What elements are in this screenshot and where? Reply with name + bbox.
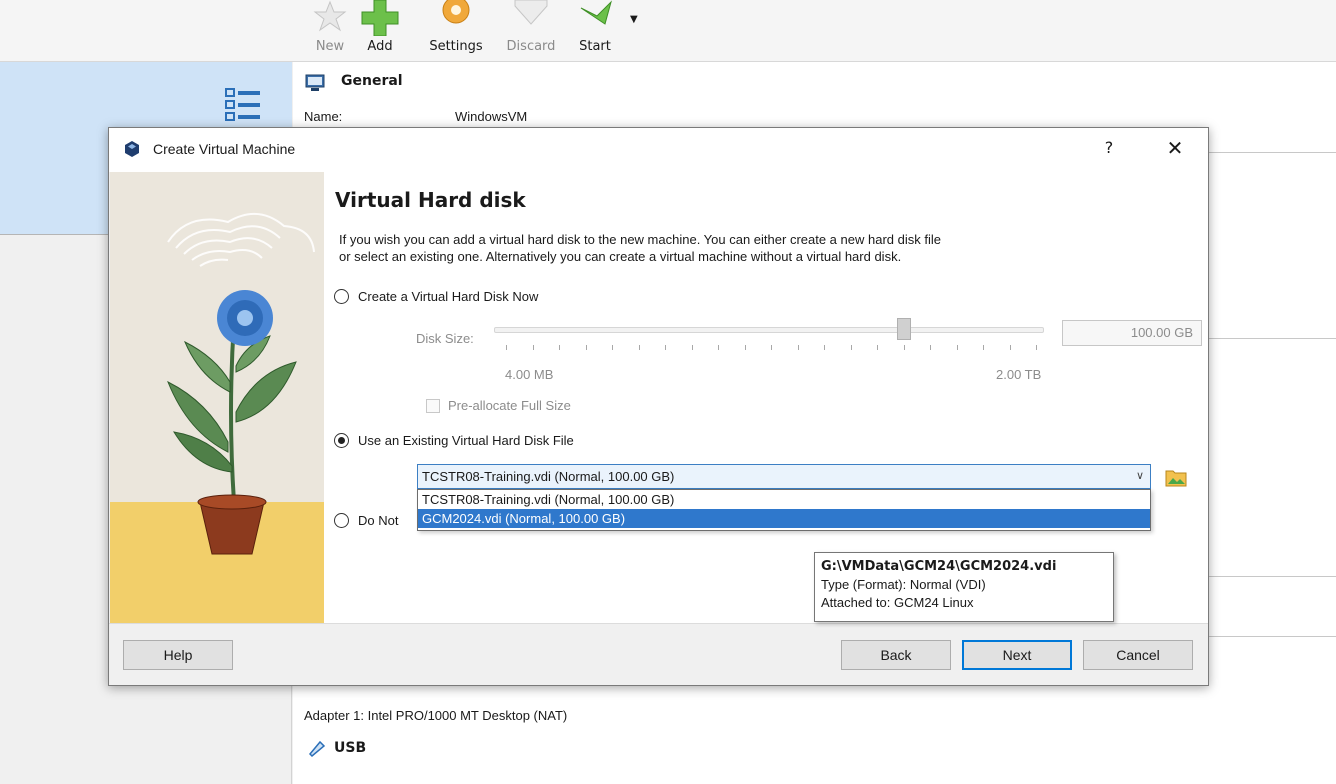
monitor-icon	[305, 74, 325, 91]
dialog-title: Create Virtual Machine	[153, 141, 296, 157]
description-line: or select an existing one. Alternatively…	[339, 249, 902, 264]
section-divider	[1208, 576, 1336, 577]
disk-tooltip: G:\VMData\GCM24\GCM2024.vdi Type (Format…	[814, 552, 1114, 622]
next-button[interactable]: Next	[962, 640, 1072, 670]
dropdown-option[interactable]: TCSTR08-Training.vdi (Normal, 100.00 GB)	[418, 490, 1150, 509]
combo-value: TCSTR08-Training.vdi (Normal, 100.00 GB)	[422, 469, 675, 484]
slider-tick	[983, 345, 984, 350]
slider-tick	[930, 345, 931, 350]
slider-tick	[638, 345, 640, 350]
section-divider	[1208, 152, 1336, 153]
preallocate-option[interactable]: Pre-allocate Full Size	[426, 398, 571, 413]
min-size-label: 4.00 MB	[505, 367, 554, 382]
dropdown-option-selected[interactable]: GCM2024.vdi (Normal, 100.00 GB)	[418, 509, 1150, 528]
create-disk-label: Create a Virtual Hard Disk Now	[358, 289, 539, 304]
create-disk-option[interactable]: Create a Virtual Hard Disk Now	[334, 289, 538, 304]
choose-disk-folder-icon[interactable]	[1165, 467, 1187, 487]
page-description: If you wish you can add a virtual hard d…	[339, 231, 1139, 265]
preallocate-checkbox[interactable]	[426, 398, 440, 413]
discard-icon	[514, 0, 548, 25]
slider-tick	[797, 345, 799, 350]
slider-tick	[1009, 345, 1011, 350]
page-title: Virtual Hard disk	[335, 188, 526, 212]
section-divider	[1208, 338, 1336, 339]
slider-tick	[532, 345, 534, 350]
slider-tick	[956, 345, 958, 350]
max-size-label: 2.00 TB	[996, 367, 1042, 382]
tooltip-attached: Attached to: GCM24 Linux	[821, 595, 974, 610]
main-toolbar: New Add Settings Discard Start ▼	[0, 0, 1336, 62]
disk-size-slider-thumb[interactable]	[896, 318, 911, 340]
virtualbox-logo-icon	[125, 141, 139, 157]
usb-icon	[308, 740, 326, 758]
close-icon[interactable]: ✕	[1163, 136, 1187, 160]
no-disk-option[interactable]: Do Not	[334, 513, 398, 528]
tooltip-path: G:\VMData\GCM24\GCM2024.vdi	[821, 559, 1057, 574]
help-question-icon[interactable]: ?	[1099, 138, 1119, 157]
existing-disk-combo[interactable]: TCSTR08-Training.vdi (Normal, 100.00 GB)…	[417, 464, 1151, 489]
existing-disk-radio[interactable]	[334, 433, 349, 448]
cancel-button[interactable]: Cancel	[1083, 640, 1193, 670]
network-adapter-text: Adapter 1: Intel PRO/1000 MT Desktop (NA…	[304, 708, 568, 723]
slider-tick	[877, 345, 878, 350]
start-dropdown-icon[interactable]: ▼	[630, 14, 638, 25]
back-button[interactable]: Back	[841, 640, 951, 670]
description-line: If you wish you can add a virtual hard d…	[339, 232, 941, 247]
add-button[interactable]: Add	[345, 0, 415, 62]
name-value: WindowsVM	[455, 109, 528, 124]
existing-disk-option[interactable]: Use an Existing Virtual Hard Disk File	[334, 433, 574, 448]
slider-tick	[559, 345, 560, 350]
settings-label: Settings	[429, 39, 483, 54]
settings-button[interactable]: Settings	[421, 0, 491, 62]
slider-tick	[612, 345, 613, 350]
tooltip-type: Type (Format): Normal (VDI)	[821, 577, 986, 592]
start-arrow-icon	[580, 0, 612, 25]
slider-tick	[771, 345, 772, 350]
no-disk-label: Do Not	[358, 513, 399, 528]
gear-icon	[442, 0, 470, 24]
slider-tick	[506, 345, 507, 350]
start-label: Start	[579, 39, 611, 54]
slider-tick	[744, 345, 746, 350]
slider-tick	[718, 345, 719, 350]
create-vm-dialog: Create Virtual Machine ? ✕ Virtual Hard …	[108, 127, 1209, 686]
wizard-illustration	[110, 172, 324, 623]
new-icon	[313, 0, 347, 32]
slider-tick	[585, 345, 587, 350]
wizard-page: Virtual Hard disk If you wish you can ad…	[324, 172, 1208, 623]
add-icon	[361, 0, 399, 36]
slider-tick	[665, 345, 666, 350]
disk-dropdown-list: TCSTR08-Training.vdi (Normal, 100.00 GB)…	[417, 489, 1151, 531]
start-button[interactable]: Start	[560, 0, 630, 62]
existing-disk-label: Use an Existing Virtual Hard Disk File	[358, 433, 574, 448]
section-divider	[1208, 636, 1336, 637]
preallocate-label: Pre-allocate Full Size	[448, 398, 571, 413]
discard-label: Discard	[506, 39, 556, 54]
flower-illustration	[110, 172, 324, 623]
dialog-button-bar: Help Back Next Cancel	[109, 623, 1208, 685]
slider-tick	[824, 345, 825, 350]
disk-size-field[interactable]: 100.00 GB	[1062, 320, 1202, 346]
help-button[interactable]: Help	[123, 640, 233, 670]
create-disk-radio[interactable]	[334, 289, 349, 304]
details-list-icon[interactable]	[224, 86, 264, 126]
slider-tick	[850, 345, 852, 350]
disk-size-label: Disk Size:	[416, 331, 474, 346]
slider-tick	[1036, 345, 1037, 350]
chevron-down-icon[interactable]: ∨	[1136, 465, 1144, 488]
discard-button[interactable]: Discard	[496, 0, 566, 62]
usb-section-header: USB	[334, 740, 367, 756]
slider-tick	[903, 345, 905, 350]
disk-size-slider[interactable]	[494, 327, 1044, 333]
slider-tick	[691, 345, 693, 350]
name-label: Name:	[304, 109, 343, 124]
general-section-header: General	[341, 73, 403, 89]
no-disk-radio[interactable]	[334, 513, 349, 528]
add-label: Add	[367, 39, 393, 54]
dialog-titlebar[interactable]: Create Virtual Machine ? ✕	[109, 128, 1208, 172]
